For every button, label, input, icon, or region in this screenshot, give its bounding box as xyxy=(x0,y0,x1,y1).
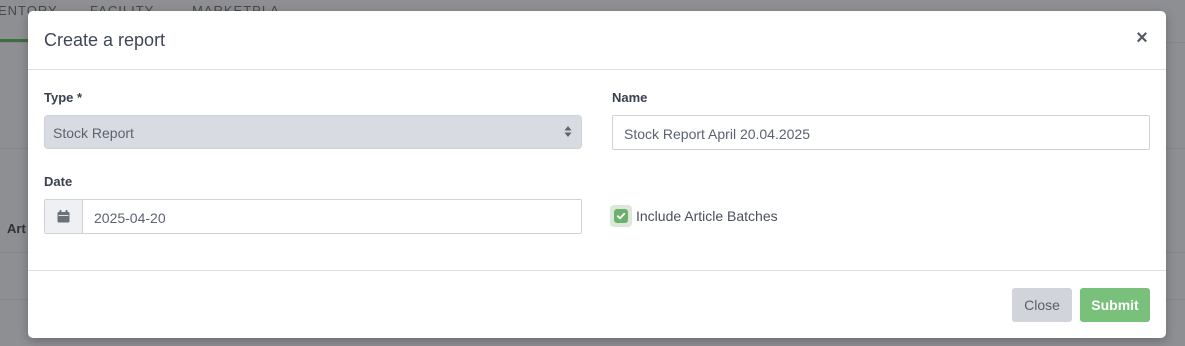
background-column-header: Art xyxy=(7,221,26,236)
date-label: Date xyxy=(44,174,73,189)
include-batches-checkbox[interactable] xyxy=(610,205,632,227)
checkmark-icon xyxy=(616,212,626,220)
close-icon[interactable]: × xyxy=(1132,28,1152,48)
name-input-value: Stock Report April 20.04.2025 xyxy=(624,126,811,142)
type-select[interactable]: Stock Report xyxy=(44,115,582,149)
modal-header: Create a report × xyxy=(28,11,1166,70)
calendar-icon xyxy=(57,210,70,223)
date-input-value[interactable]: 2025-04-20 xyxy=(94,210,166,226)
include-batches-label[interactable]: Include Article Batches xyxy=(636,208,778,224)
name-input[interactable]: Stock Report April 20.04.2025 xyxy=(612,115,1150,150)
name-label: Name xyxy=(612,90,648,105)
submit-button[interactable]: Submit xyxy=(1080,288,1150,322)
create-report-modal: Create a report × Type * Stock Report Na… xyxy=(28,11,1166,338)
type-select-value: Stock Report xyxy=(53,125,134,141)
modal-title: Create a report xyxy=(44,30,166,50)
date-field[interactable]: 2025-04-20 xyxy=(44,199,582,234)
checkbox-checked xyxy=(614,209,628,223)
select-arrows-icon xyxy=(564,123,572,141)
close-button[interactable]: Close xyxy=(1012,288,1072,322)
modal-footer: Close Submit xyxy=(28,270,1166,338)
date-picker-addon[interactable] xyxy=(45,200,83,233)
type-label: Type * xyxy=(44,90,83,105)
